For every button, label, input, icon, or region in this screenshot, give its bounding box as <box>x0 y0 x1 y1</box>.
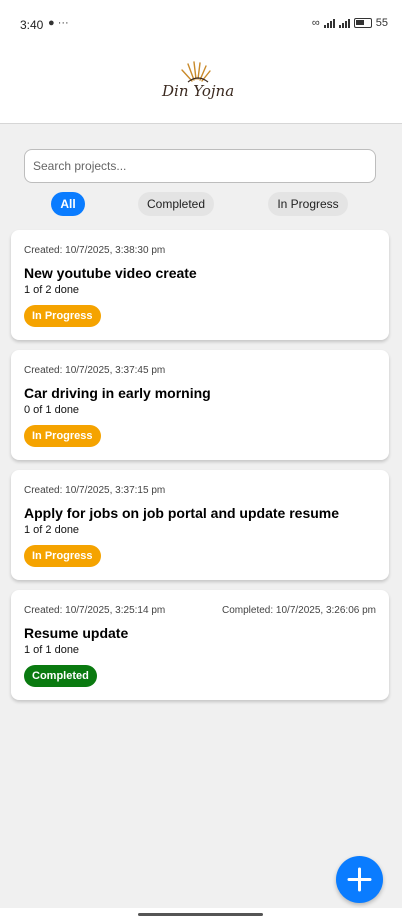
status-badge: Completed <box>24 665 97 687</box>
status-badge: In Progress <box>24 425 101 447</box>
link-icon: ∞ <box>311 17 320 29</box>
search-input[interactable] <box>24 149 376 183</box>
notification-icons: ● ··· <box>48 17 69 29</box>
completed-date: Completed: 10/7/2025, 3:26:06 pm <box>222 605 376 616</box>
project-card[interactable]: Created: 10/7/2025, 3:25:14 pm Completed… <box>11 590 389 700</box>
battery-icon <box>353 18 372 28</box>
signal-icon-2 <box>338 18 350 28</box>
status-bar: 3:40 ● ··· ∞ 55 <box>0 0 402 50</box>
logo-text: Din Yojna <box>162 82 235 100</box>
filter-completed-button[interactable]: Completed <box>138 192 214 216</box>
home-handle[interactable] <box>138 913 263 916</box>
filter-all-button[interactable]: All <box>51 192 85 216</box>
app-header: Din Yojna <box>0 50 402 124</box>
project-card[interactable]: Created: 10/7/2025, 3:38:30 pm New youtu… <box>11 230 389 340</box>
created-date: Created: 10/7/2025, 3:37:15 pm <box>24 485 166 496</box>
created-date: Created: 10/7/2025, 3:25:14 pm <box>24 605 166 616</box>
project-title: New youtube video create <box>24 265 197 281</box>
signal-icon <box>323 18 335 28</box>
plus-icon <box>347 867 372 892</box>
project-card[interactable]: Created: 10/7/2025, 3:37:15 pm Apply for… <box>11 470 389 580</box>
battery-level: 55 <box>375 17 388 29</box>
created-date: Created: 10/7/2025, 3:37:45 pm <box>24 365 166 376</box>
gesture-bar <box>0 908 402 920</box>
created-date: Created: 10/7/2025, 3:38:30 pm <box>24 245 166 256</box>
task-count: 1 of 2 done <box>24 284 80 296</box>
project-title: Apply for jobs on job portal and update … <box>24 505 340 521</box>
app-logo: Din Yojna <box>158 58 248 114</box>
task-count: 1 of 1 done <box>24 644 80 656</box>
filter-in-progress-button[interactable]: In Progress <box>268 192 348 216</box>
status-badge: In Progress <box>24 545 101 567</box>
add-project-button[interactable] <box>336 856 383 903</box>
status-indicators: ∞ 55 <box>312 17 388 29</box>
status-badge: In Progress <box>24 305 101 327</box>
status-time: 3:40 <box>20 18 44 32</box>
project-title: Resume update <box>24 625 129 641</box>
task-count: 1 of 2 done <box>24 524 80 536</box>
task-count: 0 of 1 done <box>24 404 80 416</box>
project-title: Car driving in early morning <box>24 385 211 401</box>
project-card[interactable]: Created: 10/7/2025, 3:37:45 pm Car drivi… <box>11 350 389 460</box>
